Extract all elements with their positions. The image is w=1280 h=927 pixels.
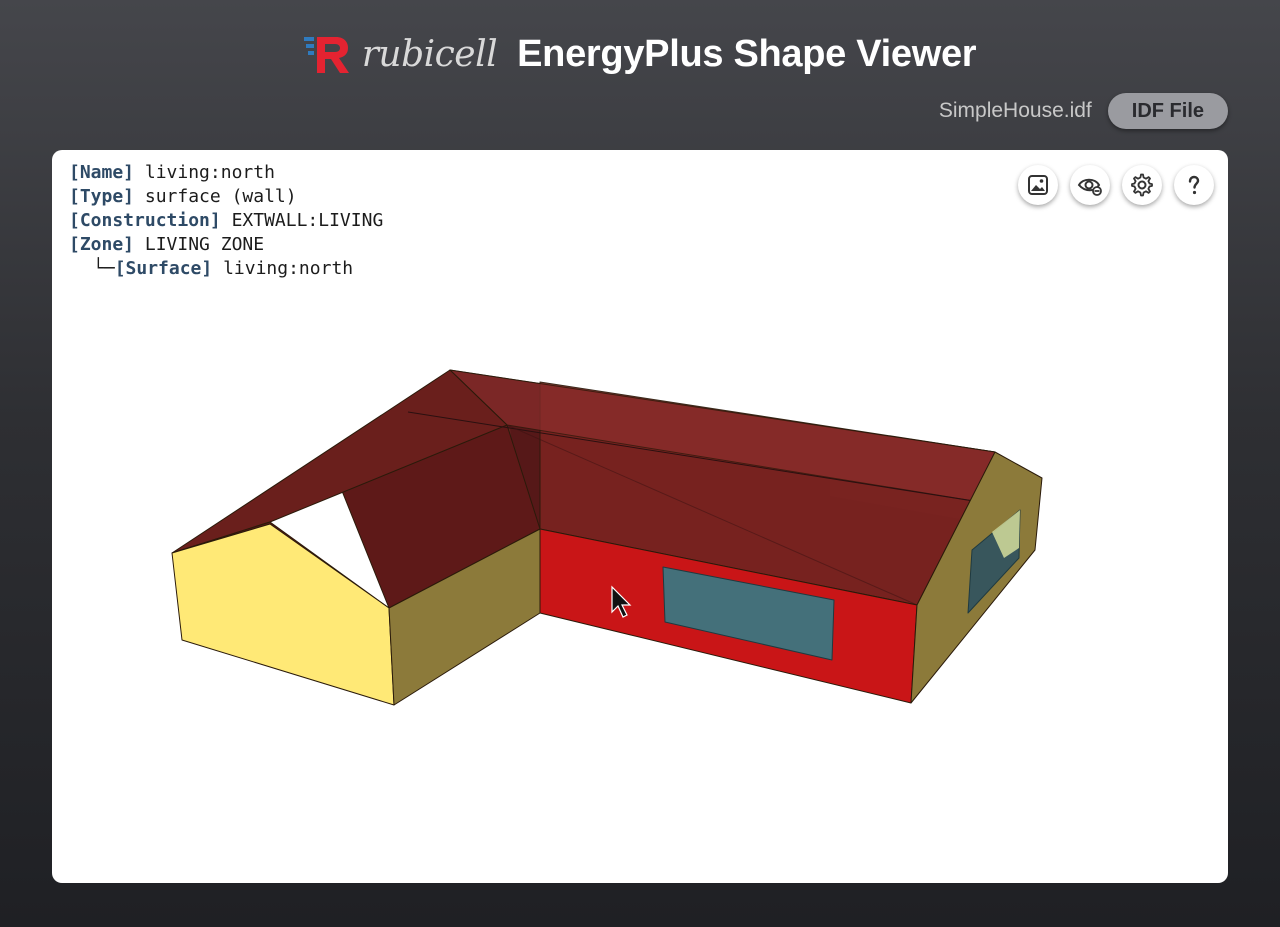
3d-viewer[interactable]: [Name] living:north [Type] surface (wall… <box>52 150 1228 883</box>
eye-icon <box>1077 178 1102 196</box>
brand-name: rubicell <box>361 33 498 75</box>
info-construction-value: EXTWALL:LIVING <box>231 210 384 231</box>
wall-west-gable <box>171 523 395 706</box>
info-zone-value: LIVING ZONE <box>144 234 265 255</box>
image-icon <box>1028 175 1048 195</box>
gear-icon <box>1131 173 1153 197</box>
info-construction-row: [Construction] EXTWALL:LIVING <box>69 209 383 233</box>
file-name: SimpleHouse.idf <box>938 99 1092 122</box>
viewer-toolbar <box>1006 165 1214 205</box>
rubicell-r-mark-icon <box>303 37 349 73</box>
settings-button[interactable] <box>1122 165 1162 205</box>
info-construction-key: [Construction] <box>69 210 221 231</box>
visibility-button[interactable] <box>1070 165 1110 205</box>
help-button[interactable] <box>1174 165 1214 205</box>
info-name-key: [Name] <box>69 162 135 183</box>
info-surface-value: living:north <box>223 258 354 279</box>
info-zone-row: [Zone] LIVING ZONE <box>69 233 383 257</box>
rubicell-logo: rubicell <box>303 33 498 75</box>
idf-file-button[interactable]: IDF File <box>1107 93 1228 129</box>
info-zone-key: [Zone] <box>69 234 135 255</box>
info-surface-key: [Surface] <box>114 258 213 279</box>
info-name-row: [Name] living:north <box>69 161 383 185</box>
app-title: EnergyPlus Shape Viewer <box>517 32 977 75</box>
info-type-value: surface (wall) <box>144 186 297 207</box>
help-icon <box>1188 175 1200 195</box>
info-tree-prefix: └─ <box>93 258 115 279</box>
screenshot-button[interactable] <box>1018 165 1058 205</box>
info-surface-row: └─[Surface] living:north <box>69 257 383 281</box>
info-type-key: [Type] <box>69 186 135 207</box>
surface-info-panel: [Name] living:north [Type] surface (wall… <box>69 161 383 281</box>
app-header: rubicell EnergyPlus Shape Viewer <box>0 28 1280 80</box>
info-name-value: living:north <box>144 162 275 183</box>
info-type-row: [Type] surface (wall) <box>69 185 383 209</box>
file-row: SimpleHouse.idf IDF File <box>939 93 1228 129</box>
